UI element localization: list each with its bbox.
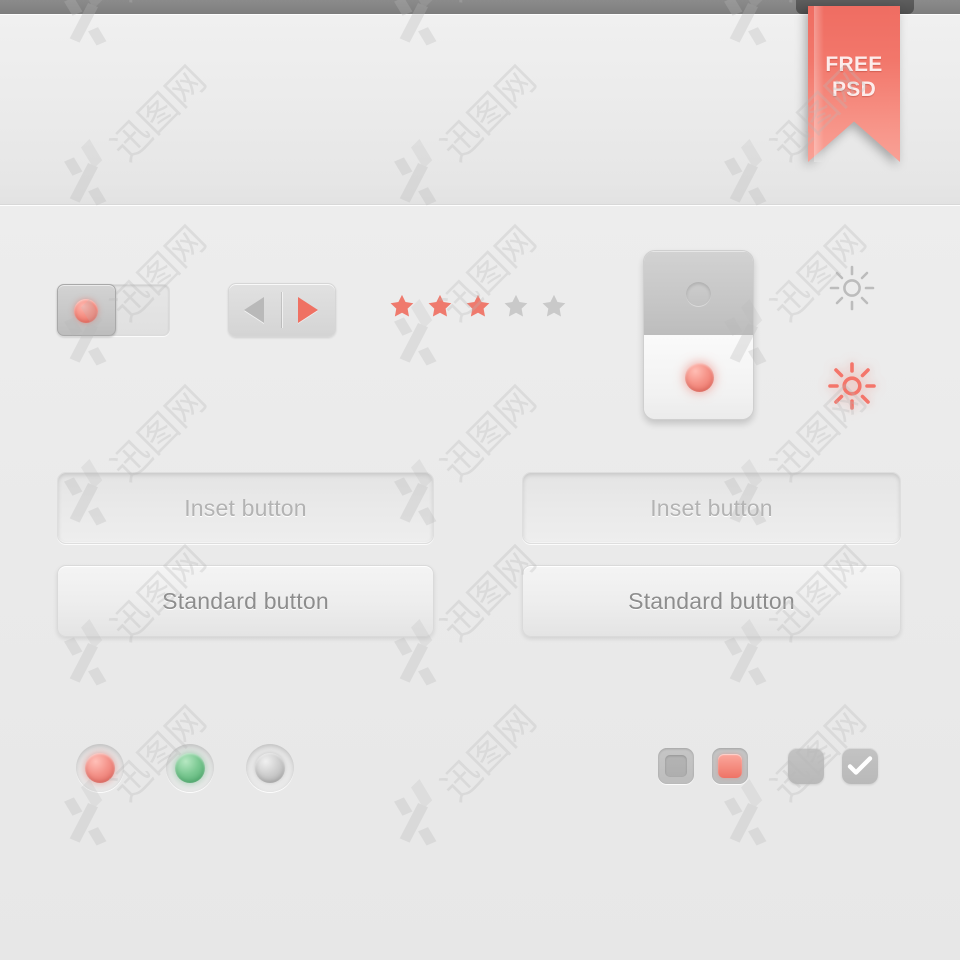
brightness-icon-off[interactable]	[826, 262, 878, 314]
inset-button-right[interactable]: Inset button	[522, 472, 901, 544]
checkbox-checked[interactable]	[842, 748, 878, 784]
button-label: Inset button	[650, 494, 773, 521]
checkbox-filled-red[interactable]	[712, 748, 748, 784]
vertical-rocker-switch[interactable]	[643, 250, 754, 420]
free-psd-ribbon: FREE PSD	[808, 6, 900, 162]
toggle-knob[interactable]	[57, 284, 116, 336]
star-icon-3[interactable]	[464, 292, 492, 320]
star-rating[interactable]	[388, 292, 568, 326]
led-indicator-green[interactable]	[166, 744, 214, 792]
standard-button-right[interactable]: Standard button	[522, 565, 901, 637]
button-label: Standard button	[628, 587, 795, 614]
button-label: Inset button	[184, 494, 307, 521]
triangle-left-icon[interactable]	[244, 297, 264, 323]
checkbox-fill-icon	[718, 754, 742, 778]
star-icon-4[interactable]	[502, 292, 530, 320]
ribbon-text: FREE PSD	[808, 52, 900, 102]
checkmark-icon	[847, 756, 873, 775]
triangle-right-icon[interactable]	[298, 297, 318, 323]
rocker-led-off-icon	[686, 282, 711, 307]
checkbox-plain[interactable]	[788, 748, 824, 784]
led-bulb-icon	[255, 753, 285, 783]
star-icon-2[interactable]	[426, 292, 454, 320]
rocker-led-on-icon	[685, 363, 714, 392]
ui-kit-canvas: FREE PSD Inset button Standard button In…	[0, 0, 960, 960]
toggle-switch[interactable]	[57, 284, 170, 336]
brightness-icon-on[interactable]	[826, 360, 878, 412]
ribbon-line-2: PSD	[831, 78, 877, 101]
led-indicator-red[interactable]	[76, 744, 124, 792]
led-bulb-icon	[175, 753, 205, 783]
button-label: Standard button	[162, 587, 329, 614]
led-indicator-gray[interactable]	[246, 744, 294, 792]
star-icon-1[interactable]	[388, 292, 416, 320]
star-icon-5[interactable]	[540, 292, 568, 320]
checkbox-inner	[665, 755, 687, 777]
inset-button-left[interactable]: Inset button	[57, 472, 434, 544]
ribbon-line-1: FREE	[825, 53, 883, 76]
standard-button-left[interactable]: Standard button	[57, 565, 434, 637]
led-bulb-icon	[85, 753, 115, 783]
checkbox-empty-inset[interactable]	[658, 748, 694, 784]
prev-next-control[interactable]	[228, 283, 336, 337]
segment-divider	[281, 292, 282, 328]
toggle-led-icon	[74, 299, 98, 323]
